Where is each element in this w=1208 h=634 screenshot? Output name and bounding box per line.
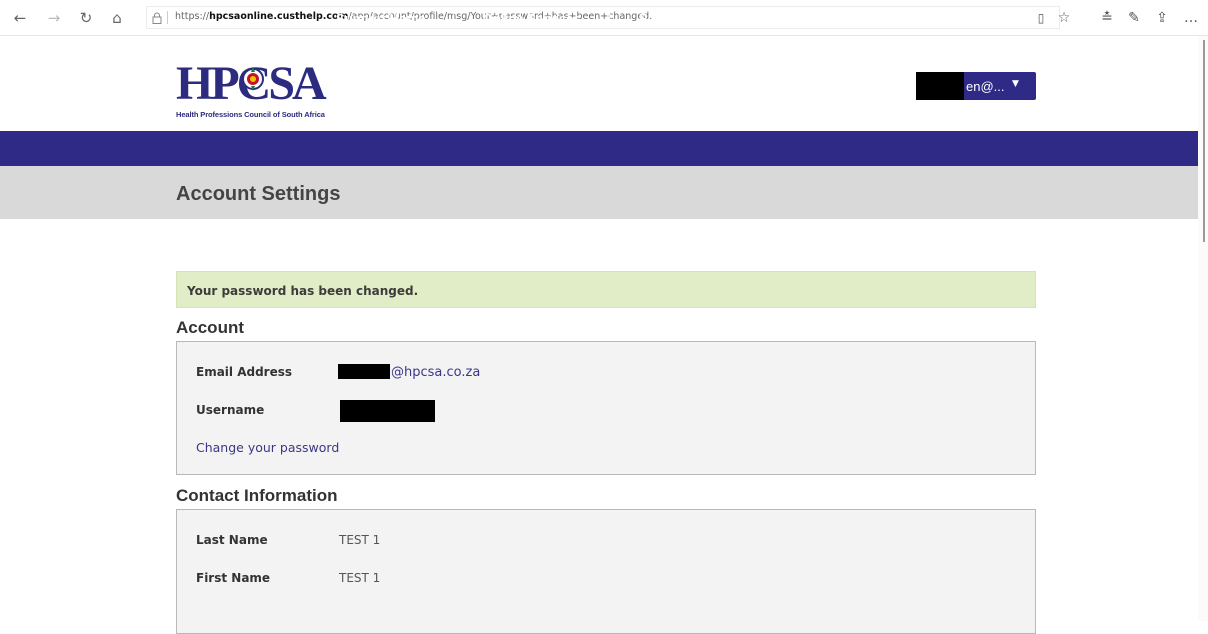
- redaction-block: [338, 364, 390, 379]
- notes-icon[interactable]: ✎: [1125, 8, 1143, 28]
- logo-subtitle: Health Professions Council of South Afri…: [176, 110, 325, 119]
- user-email-label: en@...: [966, 79, 1005, 94]
- scrollbar-thumb[interactable]: [1203, 40, 1205, 242]
- page-title: Account Settings: [176, 183, 341, 205]
- email-label: Email Address: [196, 365, 293, 379]
- reading-view-icon[interactable]: ▯: [1032, 8, 1050, 28]
- nav-professional-boards[interactable]: Professional Boards: [726, 11, 852, 26]
- change-password-link[interactable]: Change your password: [196, 440, 339, 455]
- main-nav: [0, 131, 1198, 166]
- contact-panel: Last Name TEST 1 First Name TEST 1: [176, 509, 1036, 634]
- redaction-block: [340, 400, 435, 422]
- email-value: @hpcsa.co.za: [391, 365, 481, 380]
- first-name-value: TEST 1: [339, 571, 381, 585]
- lock-icon: [152, 12, 162, 24]
- success-message: Your password has been changed.: [176, 271, 1036, 308]
- success-text: Your password has been changed.: [187, 284, 419, 298]
- refresh-icon[interactable]: ↻: [76, 8, 96, 28]
- username-label: Username: [196, 403, 265, 417]
- last-name-value: TEST 1: [339, 533, 381, 547]
- account-panel: Email Address @hpcsa.co.za Username Chan…: [176, 341, 1036, 475]
- favorites-hub-icon[interactable]: ≛: [1098, 8, 1116, 28]
- user-menu-button[interactable]: en@... ▼: [916, 72, 1036, 100]
- coat-of-arms-icon: [242, 67, 264, 91]
- nav-separator: |: [694, 11, 698, 26]
- home-icon[interactable]: ⌂: [107, 8, 127, 28]
- url-prefix: https://: [175, 11, 210, 22]
- contact-heading: Contact Information: [176, 486, 338, 505]
- hpcsa-logo[interactable]: HPCSA Health Professions Council of Sout…: [176, 60, 346, 122]
- redaction-block: [916, 72, 964, 100]
- nav-separator: |: [452, 11, 456, 26]
- forward-icon[interactable]: →: [44, 8, 64, 28]
- nav-support-home[interactable]: Support Home: [336, 11, 426, 26]
- url-host: hpcsaonline.custhelp.com: [209, 11, 349, 22]
- back-icon[interactable]: ←: [10, 8, 30, 28]
- favorite-star-icon[interactable]: ☆: [1055, 8, 1073, 28]
- more-icon[interactable]: …: [1184, 8, 1198, 28]
- account-heading: Account: [176, 318, 244, 337]
- nav-online-services[interactable]: Online Services: [483, 11, 581, 26]
- share-icon[interactable]: ⇪: [1153, 8, 1171, 28]
- first-name-label: First Name: [196, 571, 271, 585]
- address-divider: [167, 11, 168, 24]
- nav-separator: |: [608, 11, 612, 26]
- nav-faq[interactable]: FAQ: [639, 11, 666, 26]
- last-name-label: Last Name: [196, 533, 268, 547]
- chevron-down-icon: ▼: [1012, 79, 1019, 89]
